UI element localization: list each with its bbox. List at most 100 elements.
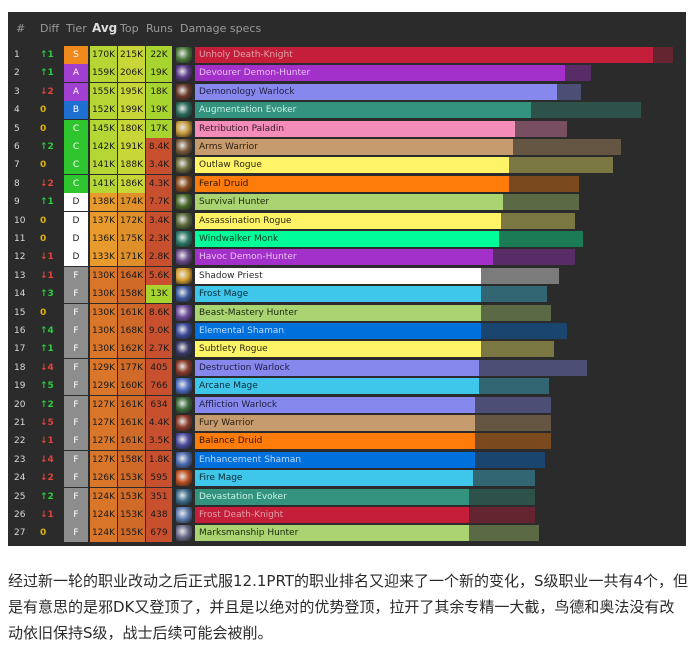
table-row: 3 ↓2 A 155K 195K 18K Demonology Warlock (8, 82, 686, 101)
diff-cell: 0 (40, 105, 47, 116)
table-row: 8 ↓2 C 141K 186K 4.3K Feral Druid (8, 174, 686, 193)
table-row: 12 ↓1 D 133K 171K 2.8K Havoc Demon-Hunter (8, 248, 686, 267)
runs-cell: 3.4K (146, 156, 172, 175)
diff-cell: 0 (40, 215, 47, 226)
tier-badge: F (64, 358, 88, 377)
tier-badge: C (64, 174, 88, 193)
rank-cell: 19 (14, 381, 26, 392)
rank-cell: 4 (14, 105, 20, 116)
rank-cell: 8 (14, 178, 20, 189)
avg-cell: 137K (90, 211, 117, 230)
beast-mastery-hunter-icon (176, 304, 192, 321)
survival-hunter-icon (176, 194, 192, 211)
top-cell: 160K (118, 377, 145, 396)
avg-cell: 127K (90, 395, 117, 414)
runs-cell: 1.8K (146, 450, 172, 469)
diff-cell: 0 (40, 234, 47, 244)
avg-bar: Balance Druid (195, 433, 475, 450)
tier-badge: F (64, 395, 88, 414)
runs-cell: 679 (146, 524, 172, 543)
runs-cell: 2.7K (146, 340, 172, 359)
spec-label: Destruction Warlock (199, 362, 290, 373)
avg-cell: 133K (90, 248, 117, 267)
header-top: Top (120, 22, 139, 35)
unholy-death-knight-icon (176, 47, 192, 63)
avg-cell: 124K (90, 506, 117, 524)
top-cell: 177K (118, 358, 145, 377)
tier-badge: D (64, 230, 88, 248)
header-rank: # (16, 22, 26, 35)
diff-cell: ↓4 (40, 362, 54, 373)
frost-death-knight-icon (176, 507, 192, 523)
rank-cell: 21 (14, 418, 26, 428)
avg-bar: Affliction Warlock (195, 396, 475, 413)
spec-label: Arcane Mage (199, 381, 258, 392)
top-cell: 180K (118, 119, 145, 138)
avg-cell: 170K (90, 46, 117, 64)
runs-cell: 766 (146, 377, 172, 396)
tier-badge: C (64, 138, 88, 156)
spec-label: Survival Hunter (199, 197, 270, 208)
balance-druid-icon (176, 433, 192, 450)
top-cell: 186K (118, 174, 145, 193)
avg-bar: Beast-Mastery Hunter (195, 304, 481, 321)
tier-badge: S (64, 46, 88, 64)
spec-label: Beast-Mastery Hunter (199, 307, 298, 318)
rank-cell: 15 (14, 307, 26, 318)
avg-cell: 141K (90, 174, 117, 193)
diff-cell: 0 (40, 123, 47, 134)
devastation-evoker-icon (176, 488, 192, 505)
spec-label: Assassination Rogue (199, 215, 292, 226)
rank-cell: 22 (14, 436, 26, 447)
spec-label: Havoc Demon-Hunter (199, 252, 297, 263)
runs-cell: 22K (146, 46, 172, 64)
spec-label: Subtlety Rogue (199, 344, 268, 355)
avg-cell: 126K (90, 469, 117, 488)
fire-mage-icon (176, 470, 192, 487)
avg-bar: Arcane Mage (195, 378, 479, 395)
affliction-warlock-icon (176, 396, 192, 413)
avg-bar: Subtlety Rogue (195, 341, 481, 358)
tier-badge: A (64, 82, 88, 101)
spec-label: Devastation Evoker (199, 491, 287, 502)
runs-cell: 9.0K (146, 322, 172, 340)
avg-bar: Marksmanship Hunter (195, 525, 469, 542)
tier-badge: F (64, 322, 88, 340)
top-cell: 153K (118, 487, 145, 506)
avg-cell: 138K (90, 193, 117, 212)
diff-cell: ↑1 (40, 68, 54, 79)
spec-label: Frost Death-Knight (199, 510, 284, 520)
diff-cell: ↑3 (40, 289, 54, 300)
avg-bar: Havoc Demon-Hunter (195, 249, 493, 266)
arms-warrior-icon (176, 139, 192, 155)
assassination-rogue-icon (176, 212, 192, 229)
tier-badge: F (64, 266, 88, 285)
table-row: 21 ↓5 F 127K 161K 4.4K Fury Warrior (8, 414, 686, 432)
diff-cell: ↑1 (40, 50, 54, 60)
avg-cell: 124K (90, 487, 117, 506)
top-cell: 188K (118, 156, 145, 175)
runs-cell: 2.8K (146, 248, 172, 267)
diff-cell: ↑5 (40, 381, 54, 392)
runs-cell: 438 (146, 506, 172, 524)
spec-label: Demonology Warlock (199, 86, 295, 97)
avg-bar: Destruction Warlock (195, 359, 479, 376)
tier-badge: B (64, 101, 88, 120)
top-cell: 153K (118, 506, 145, 524)
table-row: 4 0 B 152K 199K 19K Augmentation Evoker (8, 101, 686, 120)
rank-cell: 14 (14, 289, 26, 300)
avg-cell: 130K (90, 340, 117, 359)
spec-label: Elemental Shaman (199, 326, 285, 336)
top-cell: 162K (118, 340, 145, 359)
runs-cell: 18K (146, 82, 172, 101)
runs-cell: 405 (146, 358, 172, 377)
avg-bar: Assassination Rogue (195, 212, 501, 229)
subtlety-rogue-icon (176, 341, 192, 358)
runs-cell: 13K (146, 285, 172, 304)
spec-label: Unholy Death-Knight (199, 50, 293, 60)
diff-cell: ↓1 (40, 436, 54, 447)
avg-cell: 129K (90, 358, 117, 377)
avg-bar: Devourer Demon-Hunter (195, 65, 565, 82)
header-avg: Avg (92, 21, 118, 35)
runs-cell: 351 (146, 487, 172, 506)
